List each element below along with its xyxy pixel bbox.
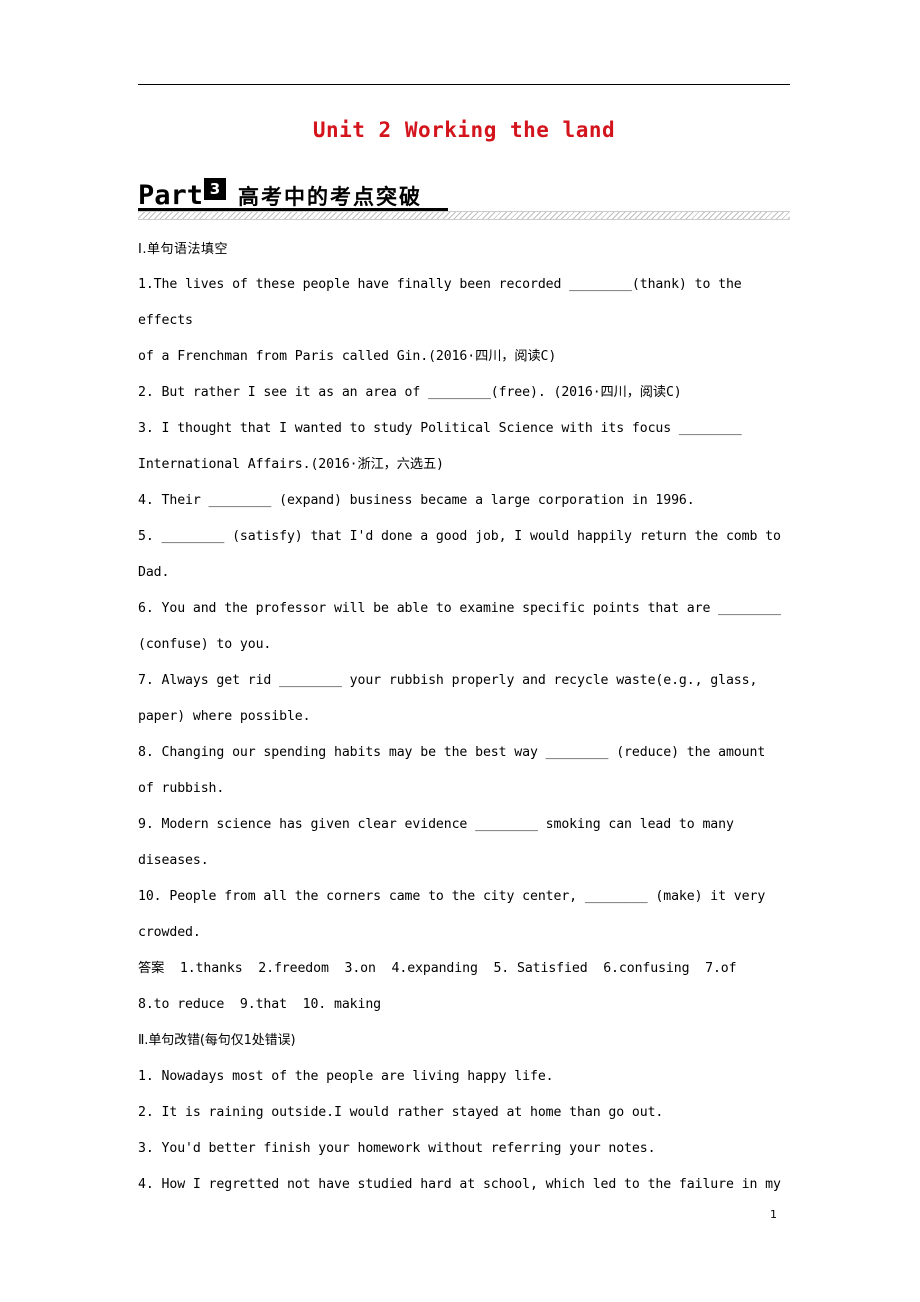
unit-title: Unit 2 Working the land bbox=[312, 118, 616, 142]
question-line: 3. You'd better finish your homework wit… bbox=[138, 1141, 656, 1156]
question-line: 3. I thought that I wanted to study Poli… bbox=[138, 421, 742, 436]
part-divider-hatch bbox=[138, 211, 790, 220]
question-line: 7. Always get rid ________ your rubbish … bbox=[138, 673, 758, 688]
question-line: paper) where possible. bbox=[138, 709, 311, 724]
question-line: International Affairs.(2016·浙江，六选五) bbox=[138, 457, 444, 472]
question-line: 2. But rather I see it as an area of ___… bbox=[138, 385, 682, 400]
question-line: 1. Nowadays most of the people are livin… bbox=[138, 1069, 554, 1084]
part-label: Part bbox=[138, 180, 204, 211]
section-heading-1: Ⅰ.单句语法填空 bbox=[138, 242, 228, 257]
question-line: 10. People from all the corners came to … bbox=[138, 889, 766, 904]
document-page: Unit 2 Working the land Part 3 高考中的考点突破 … bbox=[0, 0, 920, 1302]
part-number-badge: 3 bbox=[204, 178, 226, 200]
question-line: (confuse) to you. bbox=[138, 637, 272, 652]
answers-line-1: 1.thanks 2.freedom 3.on 4.expanding 5. S… bbox=[179, 961, 737, 976]
question-list-2: 1. Nowadays most of the people are livin… bbox=[138, 1059, 798, 1203]
question-line: 1.The lives of these people have finally… bbox=[138, 277, 750, 328]
question-line: 6. You and the professor will be able to… bbox=[138, 601, 781, 616]
page-number: 1 bbox=[770, 1208, 777, 1221]
question-line: Dad. bbox=[138, 565, 170, 580]
question-line: 2. It is raining outside.I would rather … bbox=[138, 1105, 664, 1120]
answers-line-2-row: 8.to reduce 9.that 10. making bbox=[138, 997, 382, 1012]
part-divider-solid bbox=[138, 208, 448, 211]
part-chinese-title: 高考中的考点突破 bbox=[238, 185, 422, 209]
section-heading-2: Ⅱ.单句改错(每句仅1处错误) bbox=[138, 1033, 296, 1048]
question-line: crowded. bbox=[138, 925, 201, 940]
question-line: of rubbish. bbox=[138, 781, 225, 796]
question-line: 4. Their ________ (expand) business beca… bbox=[138, 493, 695, 508]
header-rule bbox=[138, 84, 790, 85]
question-line: of a Frenchman from Paris called Gin.(20… bbox=[138, 349, 557, 364]
question-line: 8. Changing our spending habits may be t… bbox=[138, 745, 766, 760]
question-list-1: 1.The lives of these people have finally… bbox=[138, 267, 798, 951]
question-line: 4. How I regretted not have studied hard… bbox=[138, 1177, 781, 1192]
question-line: 5. ________ (satisfy) that I'd done a go… bbox=[138, 529, 781, 544]
document-body: Ⅰ.单句语法填空 1.The lives of these people hav… bbox=[138, 238, 798, 1203]
part-header: Part 3 高考中的考点突破 bbox=[138, 178, 790, 222]
question-line: diseases. bbox=[138, 853, 209, 868]
question-line: 9. Modern science has given clear eviden… bbox=[138, 817, 734, 832]
answers-label: 答案 bbox=[138, 961, 165, 976]
answers-block: 答案 1.thanks 2.freedom 3.on 4.expanding 5… bbox=[138, 951, 798, 987]
